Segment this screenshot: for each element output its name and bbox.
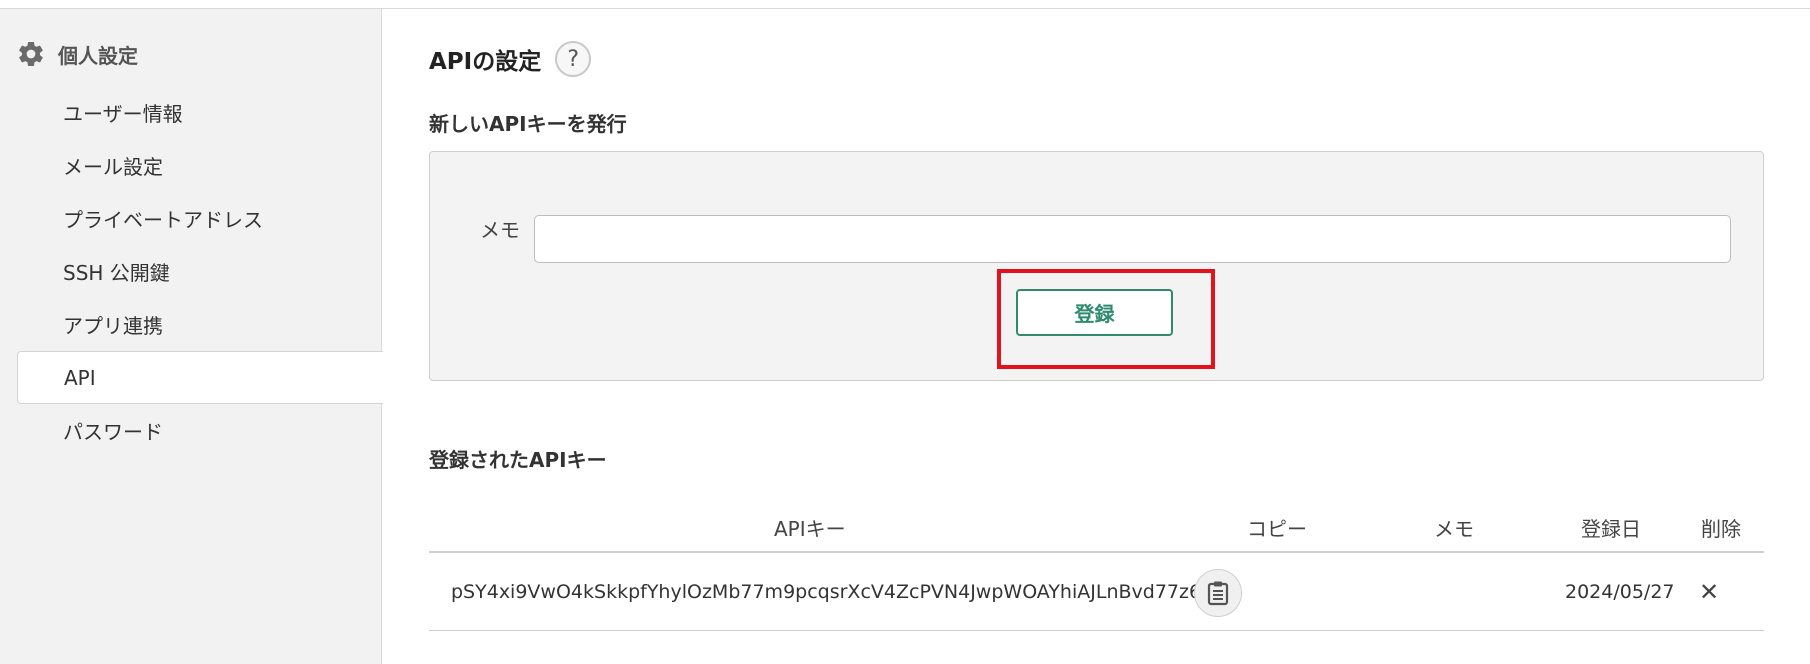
memo-input[interactable]	[534, 215, 1731, 263]
column-header-delete: 削除	[1701, 517, 1741, 541]
delete-icon[interactable]: ✕	[1694, 577, 1724, 607]
table-row: pSY4xi9VwO4kSkkpfYhylOzMb77m9pcqsrXcV4Zc…	[429, 553, 1764, 631]
help-icon[interactable]: ?	[555, 41, 592, 77]
column-header-date: 登録日	[1581, 517, 1641, 541]
gear-icon	[19, 41, 43, 67]
api-key-table: APIキー コピー メモ 登録日 削除 pSY4xi9VwO4kSkkpfYhy…	[429, 491, 1764, 631]
sidebar-item-api[interactable]: API	[17, 351, 383, 404]
sidebar-item-user-info[interactable]: ユーザー情報	[0, 86, 382, 139]
sidebar-title: 個人設定	[58, 43, 138, 68]
memo-label: メモ	[480, 218, 520, 242]
registration-date: 2024/05/27	[1565, 581, 1675, 603]
top-border	[0, 0, 1810, 9]
register-button[interactable]: 登録	[1016, 289, 1173, 336]
sidebar-item-private-address[interactable]: プライベートアドレス	[0, 192, 382, 245]
clipboard-icon	[1207, 581, 1229, 606]
sidebar-item-mail-settings[interactable]: メール設定	[0, 139, 382, 192]
sidebar: 個人設定 ユーザー情報 メール設定 プライベートアドレス SSH 公開鍵 アプリ…	[0, 9, 383, 664]
page-title: APIの設定	[429, 49, 542, 75]
main-content: APIの設定 ? 新しいAPIキーを発行 メモ 登録 登録されたAPIキー AP…	[383, 9, 1810, 664]
sidebar-nav: ユーザー情報 メール設定 プライベートアドレス SSH 公開鍵 アプリ連携 AP…	[0, 86, 383, 457]
column-header-api-key: APIキー	[774, 517, 846, 541]
copy-button[interactable]	[1194, 569, 1242, 617]
sidebar-item-password[interactable]: パスワード	[0, 404, 382, 457]
new-key-panel: メモ 登録	[429, 151, 1764, 381]
sidebar-header: 個人設定	[16, 39, 138, 69]
page-title-row: APIの設定 ?	[429, 40, 592, 78]
api-key-value: pSY4xi9VwO4kSkkpfYhylOzMb77m9pcqsrXcV4Zc…	[451, 581, 1202, 603]
new-key-heading: 新しいAPIキーを発行	[429, 112, 627, 136]
sidebar-item-ssh-key[interactable]: SSH 公開鍵	[0, 245, 382, 298]
column-header-memo: メモ	[1434, 517, 1474, 541]
sidebar-item-app-integration[interactable]: アプリ連携	[0, 298, 382, 351]
column-header-copy: コピー	[1247, 517, 1307, 541]
table-header: APIキー コピー メモ 登録日 削除	[429, 491, 1764, 553]
registered-keys-heading: 登録されたAPIキー	[429, 448, 607, 472]
